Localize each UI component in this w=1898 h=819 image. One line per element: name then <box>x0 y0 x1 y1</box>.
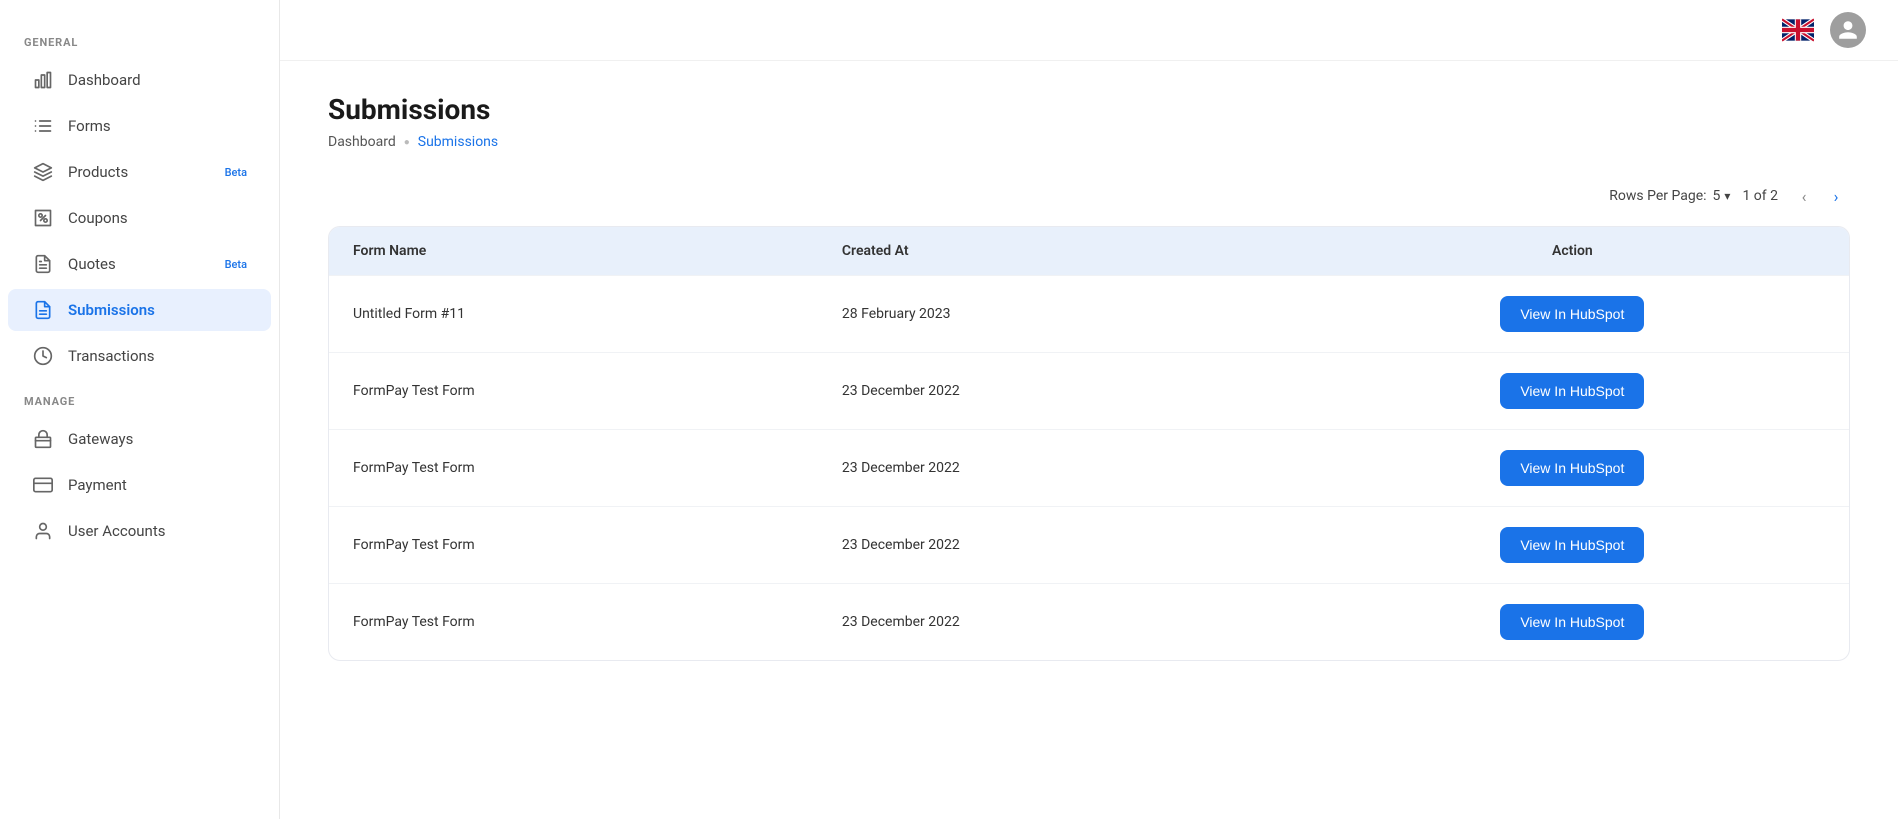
page-title: Submissions <box>328 93 1850 126</box>
sidebar-label-dashboard: Dashboard <box>68 71 141 89</box>
table-row: FormPay Test Form23 December 2022 View In… <box>329 430 1849 507</box>
submissions-table-container: Form Name Created At Action Untitled For… <box>328 226 1850 661</box>
sidebar-label-user-accounts: User Accounts <box>68 522 165 540</box>
payment-icon <box>32 474 54 496</box>
table-row: Untitled Form #1128 February 2023 View In… <box>329 276 1849 353</box>
cell-created-at: 23 December 2022 <box>818 584 1296 661</box>
page-content: Submissions Dashboard ● Submissions Rows… <box>280 61 1898 819</box>
sidebar-item-forms[interactable]: Forms <box>8 105 271 147</box>
sidebar-item-user-accounts[interactable]: User Accounts <box>8 510 271 552</box>
column-action: Action <box>1296 227 1849 276</box>
quotes-icon <box>32 253 54 275</box>
chevron-down-icon: ▾ <box>1724 189 1730 203</box>
cell-action: View In HubSpot <box>1296 353 1849 430</box>
breadcrumb: Dashboard ● Submissions <box>328 134 1850 150</box>
forms-icon <box>32 115 54 137</box>
pagination-bar: Rows Per Page: 5 ▾ 1 of 2 ‹ › <box>328 182 1850 210</box>
sidebar-item-coupons[interactable]: Coupons <box>8 197 271 239</box>
sidebar-label-gateways: Gateways <box>68 430 133 448</box>
column-created-at: Created At <box>818 227 1296 276</box>
chart-icon <box>32 69 54 91</box>
table-body: Untitled Form #1128 February 2023 View In… <box>329 276 1849 661</box>
transactions-icon <box>32 345 54 367</box>
manage-section-label: MANAGE <box>0 379 279 416</box>
cell-form-name: FormPay Test Form <box>329 353 818 430</box>
sidebar-label-quotes: Quotes <box>68 255 116 273</box>
breadcrumb-home[interactable]: Dashboard <box>328 134 396 150</box>
breadcrumb-current: Submissions <box>418 134 498 150</box>
breadcrumb-separator: ● <box>404 137 410 148</box>
submissions-table: Form Name Created At Action Untitled For… <box>329 227 1849 660</box>
sidebar: GENERAL Dashboard Forms Products Beta <box>0 0 280 819</box>
cell-form-name: FormPay Test Form <box>329 507 818 584</box>
cell-action: View In HubSpot <box>1296 584 1849 661</box>
sidebar-label-coupons: Coupons <box>68 209 128 227</box>
column-form-name: Form Name <box>329 227 818 276</box>
cell-action: View In HubSpot <box>1296 276 1849 353</box>
sidebar-item-quotes[interactable]: Quotes Beta <box>8 243 271 285</box>
cell-created-at: 23 December 2022 <box>818 353 1296 430</box>
table-row: FormPay Test Form23 December 2022 View In… <box>329 507 1849 584</box>
gateways-icon <box>32 428 54 450</box>
topbar <box>280 0 1898 61</box>
rows-per-page-value: 5 <box>1713 188 1721 204</box>
sidebar-item-payment[interactable]: Payment <box>8 464 271 506</box>
cell-form-name: Untitled Form #11 <box>329 276 818 353</box>
cell-form-name: FormPay Test Form <box>329 430 818 507</box>
cell-form-name: FormPay Test Form <box>329 584 818 661</box>
cell-created-at: 28 February 2023 <box>818 276 1296 353</box>
rows-per-page-select[interactable]: 5 ▾ <box>1713 188 1731 204</box>
table-header-row: Form Name Created At Action <box>329 227 1849 276</box>
sidebar-label-submissions: Submissions <box>68 301 155 319</box>
table-row: FormPay Test Form23 December 2022 View In… <box>329 353 1849 430</box>
sidebar-label-forms: Forms <box>68 117 111 135</box>
sidebar-label-products: Products <box>68 163 128 181</box>
user-accounts-icon <box>32 520 54 542</box>
cell-created-at: 23 December 2022 <box>818 507 1296 584</box>
sidebar-item-products[interactable]: Products Beta <box>8 151 271 193</box>
main-area: Submissions Dashboard ● Submissions Rows… <box>280 0 1898 819</box>
sidebar-item-dashboard[interactable]: Dashboard <box>8 59 271 101</box>
next-page-button[interactable]: › <box>1822 182 1850 210</box>
view-in-hubspot-button[interactable]: View In HubSpot <box>1500 450 1644 486</box>
cell-action: View In HubSpot <box>1296 430 1849 507</box>
user-avatar[interactable] <box>1830 12 1866 48</box>
products-icon <box>32 161 54 183</box>
coupons-icon <box>32 207 54 229</box>
language-flag[interactable] <box>1782 18 1814 42</box>
prev-page-button[interactable]: ‹ <box>1790 182 1818 210</box>
view-in-hubspot-button[interactable]: View In HubSpot <box>1500 296 1644 332</box>
rows-per-page-label: Rows Per Page: <box>1609 188 1706 204</box>
quotes-beta-badge: Beta <box>225 258 247 271</box>
submissions-icon <box>32 299 54 321</box>
page-nav: ‹ › <box>1790 182 1850 210</box>
products-beta-badge: Beta <box>225 166 247 179</box>
sidebar-label-transactions: Transactions <box>68 347 155 365</box>
cell-action: View In HubSpot <box>1296 507 1849 584</box>
view-in-hubspot-button[interactable]: View In HubSpot <box>1500 527 1644 563</box>
view-in-hubspot-button[interactable]: View In HubSpot <box>1500 604 1644 640</box>
sidebar-label-payment: Payment <box>68 476 127 494</box>
rows-per-page-control: Rows Per Page: 5 ▾ <box>1609 188 1730 204</box>
sidebar-item-transactions[interactable]: Transactions <box>8 335 271 377</box>
page-info: 1 of 2 <box>1742 188 1778 204</box>
view-in-hubspot-button[interactable]: View In HubSpot <box>1500 373 1644 409</box>
cell-created-at: 23 December 2022 <box>818 430 1296 507</box>
sidebar-item-gateways[interactable]: Gateways <box>8 418 271 460</box>
table-row: FormPay Test Form23 December 2022 View In… <box>329 584 1849 661</box>
general-section-label: GENERAL <box>0 20 279 57</box>
sidebar-item-submissions[interactable]: Submissions <box>8 289 271 331</box>
